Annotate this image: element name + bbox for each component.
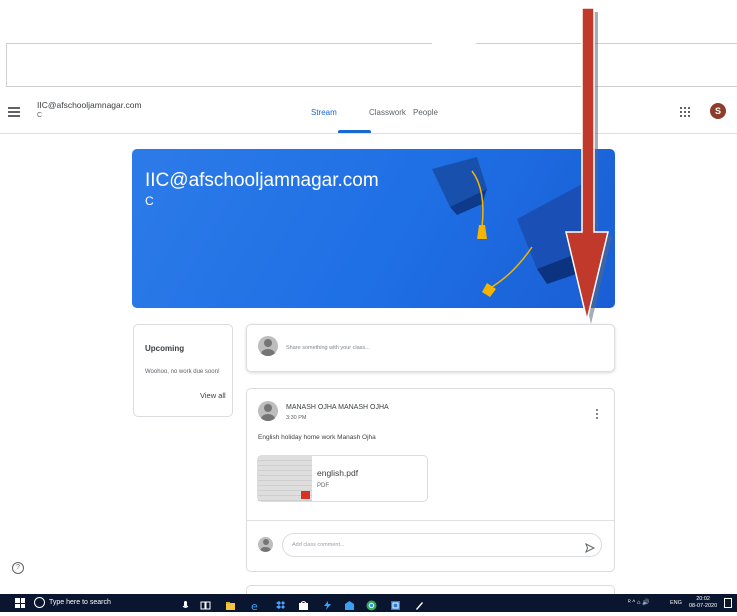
clock-date: 08-07-2020 — [689, 603, 718, 609]
attachment-file-name[interactable]: english.pdf — [317, 468, 358, 478]
post-author-avatar — [258, 401, 278, 421]
file-explorer-icon[interactable] — [225, 598, 236, 610]
outlook-app-icon[interactable] — [390, 598, 401, 610]
post-author-name: MANASH OJHA MANASH OJHA — [286, 404, 389, 411]
active-tab-indicator — [338, 130, 371, 133]
svg-text:e: e — [251, 600, 258, 611]
tab-people[interactable]: People — [413, 108, 438, 117]
taskbar-clock[interactable]: 20:02 08-07-2020 — [689, 596, 717, 610]
comment-divider — [247, 520, 614, 521]
more-vert-icon[interactable] — [596, 409, 599, 421]
language-indicator[interactable]: ENG — [670, 600, 682, 606]
pdf-file-icon — [301, 491, 310, 499]
view-all-link[interactable]: View all — [200, 391, 226, 400]
taskbar-search-text[interactable]: Type here to search — [49, 599, 111, 606]
red-arrow-annotation — [565, 7, 612, 324]
banner-class-title[interactable]: IIC@afschooljamnagar.com — [145, 170, 379, 192]
lightning-app-icon[interactable] — [322, 598, 333, 610]
tab-classwork[interactable]: Classwork — [369, 108, 406, 117]
mail-app-icon[interactable] — [344, 598, 355, 610]
address-bar-gap — [432, 42, 476, 45]
header-class-section: C — [37, 112, 43, 119]
banner-class-section: C — [145, 194, 154, 208]
microphone-icon[interactable] — [180, 598, 191, 609]
help-icon[interactable]: ? — [12, 562, 24, 574]
browser-top-area — [0, 0, 737, 42]
class-comment-input[interactable] — [282, 533, 602, 557]
edge-browser-icon[interactable]: e — [250, 598, 261, 613]
chrome-browser-icon[interactable] — [366, 598, 377, 611]
send-icon[interactable] — [585, 540, 596, 554]
user-avatar[interactable]: S — [710, 103, 726, 119]
paint-app-icon[interactable] — [414, 598, 425, 610]
browser-address-bar[interactable] — [6, 43, 737, 87]
windows-start-icon[interactable] — [15, 598, 25, 608]
upcoming-title: Upcoming — [145, 344, 185, 353]
apps-grid-icon[interactable] — [680, 107, 690, 117]
clock-time: 20:02 — [696, 596, 710, 602]
task-view-icon[interactable] — [200, 598, 211, 610]
share-avatar — [258, 336, 278, 356]
system-tray-icons[interactable]: ᴿ ^ ⌂ 🔊 — [628, 599, 650, 606]
share-placeholder-text[interactable]: Share something with your class... — [286, 345, 370, 351]
post-timestamp: 3:30 PM — [286, 415, 307, 421]
dropbox-icon[interactable] — [275, 598, 286, 609]
store-bag-icon[interactable] — [298, 598, 309, 610]
comment-avatar — [258, 537, 273, 552]
upcoming-status-text: Woohoo, no work due soon! — [145, 369, 220, 375]
notifications-icon[interactable] — [724, 598, 732, 608]
cortana-search-icon[interactable] — [34, 597, 45, 608]
header-class-title[interactable]: IIC@afschooljamnagar.com — [37, 100, 142, 110]
tab-stream[interactable]: Stream — [311, 108, 337, 117]
attachment-file-type: PDF — [317, 483, 329, 489]
post-body-text: English holiday home work Manash Ojha — [258, 434, 376, 441]
hamburger-icon[interactable] — [8, 107, 20, 117]
